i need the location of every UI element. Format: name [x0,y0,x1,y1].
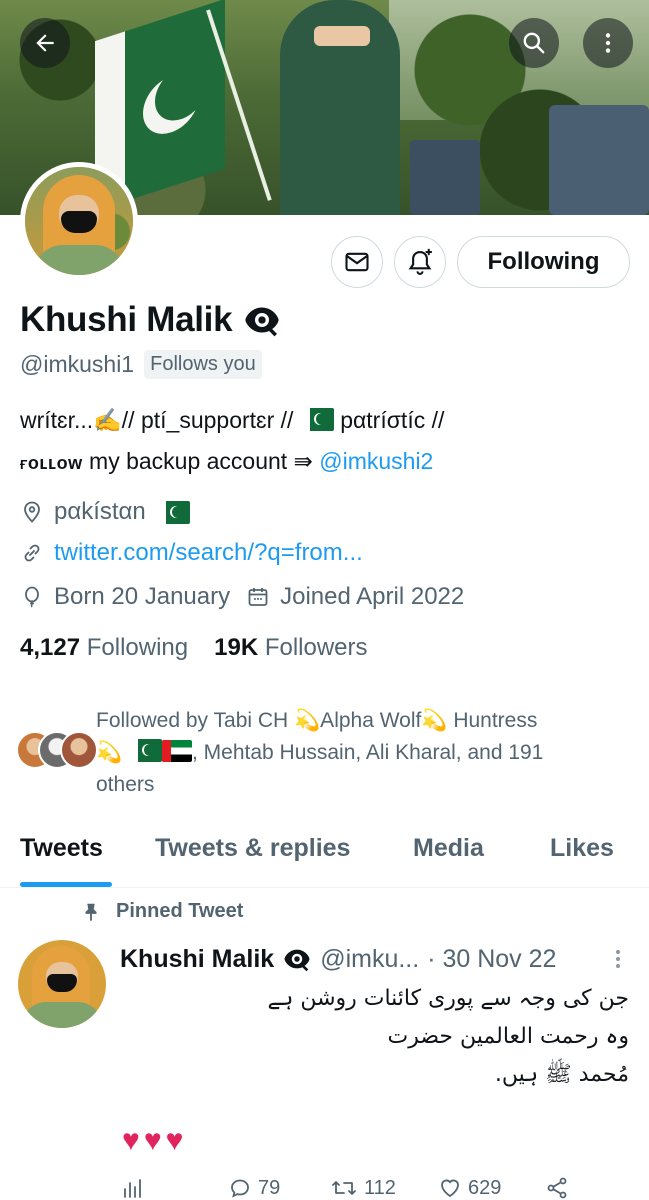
tweet-header: Khushi Malik @imku... · 30 Nov 22 [120,944,556,974]
calendar-icon [248,588,268,606]
like-count: 629 [468,1176,502,1199]
tweet-text-line: جن کی وجہ سے پوری کائنات روشن ہے [267,986,629,1011]
location-pin-icon [24,501,40,523]
following-button[interactable]: Following [457,236,630,288]
bio-text: pαtríσtíc // [340,407,445,433]
search-icon [523,32,545,54]
following-count: 4,127 [20,634,81,661]
followed-by-line: 💫 , Mehtab Hussain, Ali Kharal, and 191 [96,739,544,764]
banner-bench [549,105,649,215]
eye-icon [245,307,279,337]
envelope-icon [345,252,369,272]
following-label: Following [86,634,189,661]
banner-person [240,0,430,215]
message-button[interactable] [331,236,383,288]
pinned-label-row: Pinned Tweet [80,900,243,923]
followed-by-avatars[interactable] [16,731,98,771]
followed-by-line: others [96,773,155,796]
profile-tabs: Tweets Tweets & replies Media Likes [0,820,649,888]
followers-count: 19K [214,634,259,661]
notifications-button[interactable] [394,236,446,288]
joined-text: Joined April 2022 [280,583,465,610]
analytics-icon [124,1179,141,1198]
followed-by-line: Followed by Tabi CH 💫Alpha Wolf💫 Huntres… [96,709,538,732]
profile-name-row: Khushi Malik [20,300,282,340]
handle-row: @imkushi1 Follows you [20,350,262,379]
profile-handle: @imkushi1 [20,351,135,377]
retweet-count: 112 [364,1176,396,1199]
tab-tweets-replies[interactable]: Tweets & replies [155,834,350,863]
eye-icon [284,949,310,972]
balloon-icon [25,586,39,608]
follow-counts: 4,127 Following 19K Followers [20,634,368,662]
share-icon [547,1177,567,1199]
back-button[interactable] [20,18,70,68]
retweet-icon [332,1181,356,1195]
tweet-date[interactable]: · 30 Nov 22 [427,945,556,974]
more-vertical-icon [616,950,620,968]
pakistan-flag-icon [299,408,334,431]
followed-by-text[interactable]: Followed by Tabi CH 💫Alpha Wolf💫 Huntres… [96,705,626,801]
more-vertical-icon [605,33,611,53]
followers-label: Followers [264,634,368,661]
pin-icon [85,903,97,921]
active-tab-indicator [20,882,112,887]
followers-count-link[interactable]: 19K Followers [214,634,367,662]
tweet-text-line: مُحمد ﷺ ہیں. [494,1062,629,1087]
reply-count: 79 [258,1176,281,1199]
pakistan-flag-icon [155,500,190,524]
tab-media[interactable]: Media [413,834,484,863]
tweet-author-handle: @imku... [320,944,420,973]
tweet-avatar[interactable] [18,940,106,1028]
dates-row: Born 20 January Joined April 2022 [20,583,464,611]
tweet-text: جن کی وجہ سے پوری کائنات روشن ہے وہ رحمت… [119,980,629,1094]
bell-plus-icon [408,248,432,275]
profile-bio: wrítɛr...✍️// ptí_supportɛr // pαtríσtíc… [20,400,630,484]
analytics-button[interactable] [120,1176,144,1200]
tweet-more-button[interactable] [608,944,628,974]
avatar [60,731,98,769]
bio-text: wrítɛr...✍️// ptí_supportɛr // [20,407,294,433]
bio-text: ғᴏʟʟᴏᴡ [20,453,83,473]
reply-icon [231,1179,249,1198]
bio-mention-link[interactable]: @imkushi2 [319,448,433,474]
pinned-label: Pinned Tweet [116,900,244,922]
tweet-actions: 79 112 629 [120,1175,580,1200]
arrow-left-icon [36,34,54,52]
pakistan-flag-icon [127,739,162,762]
bio-line-2: ғᴏʟʟᴏᴡ my backup account ⇛ @imkushi2 [20,441,630,484]
like-button[interactable]: 629 [438,1176,501,1200]
reply-button[interactable]: 79 [228,1176,280,1200]
retweet-button[interactable]: 112 [330,1176,396,1200]
follows-you-badge: Follows you [144,350,262,379]
search-button[interactable] [509,18,559,68]
website-row: twitter.com/search/?q=from... [20,539,363,567]
bio-text: my backup account ⇛ [82,448,320,474]
uae-flag-icon [161,740,192,762]
profile-avatar[interactable] [20,162,138,280]
more-options-button[interactable] [583,18,633,68]
share-button[interactable] [545,1176,569,1200]
heart-icon [441,1179,459,1198]
tweet-hearts: ♥♥♥ [122,1124,188,1157]
tweet-text-line: وہ رحمت العالمین حضرت [387,1024,629,1049]
birthday-text: Born 20 January [54,583,231,610]
profile-name: Khushi Malik [20,300,233,339]
tweet-author-name[interactable]: Khushi Malik [120,945,274,974]
followed-by-names: , Mehtab Hussain, Ali Kharal, and 191 [191,741,544,764]
location-row: pαkístαn [20,498,190,526]
following-count-link[interactable]: 4,127 Following [20,634,188,662]
website-link[interactable]: twitter.com/search/?q=from... [54,539,363,567]
location-text: pαkístαn [54,498,146,525]
tab-likes[interactable]: Likes [550,834,614,863]
bio-line-1: wrítɛr...✍️// ptí_supportɛr // pαtríσtíc… [20,400,630,441]
tab-tweets[interactable]: Tweets [20,834,103,863]
link-icon [24,544,40,562]
